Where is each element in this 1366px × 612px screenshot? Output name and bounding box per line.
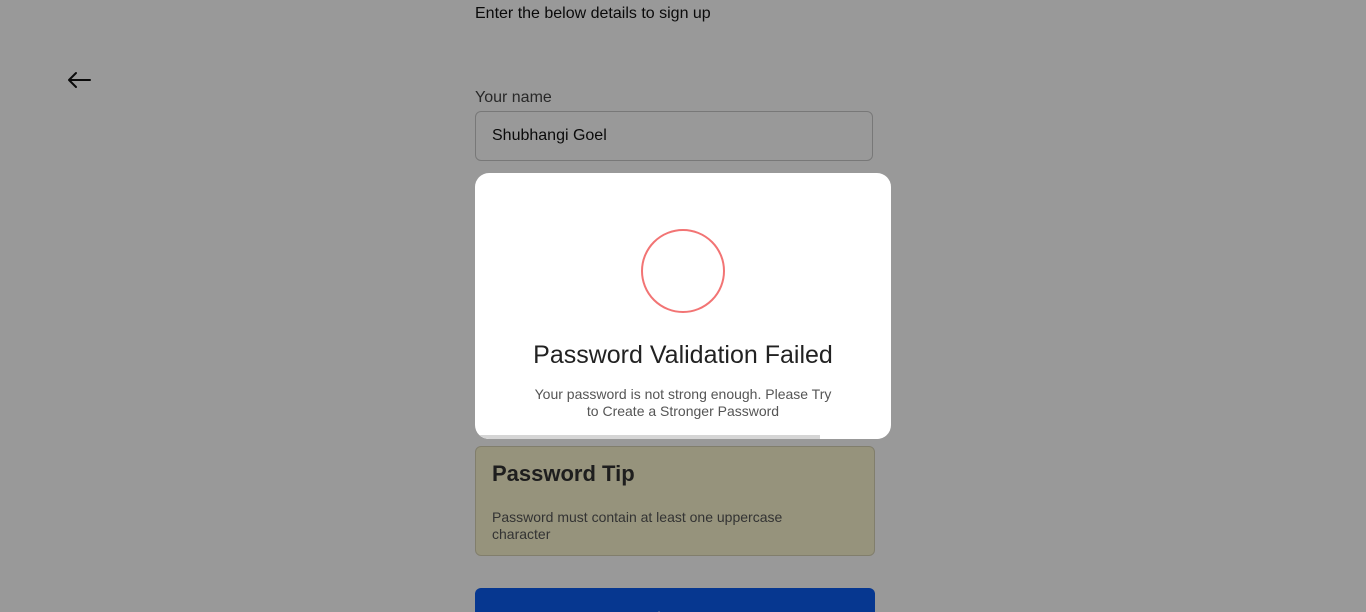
modal-title: Password Validation Failed	[533, 341, 833, 369]
timer-progress-fill	[475, 435, 821, 439]
password-validation-modal: Password Validation Failed Your password…	[475, 173, 891, 439]
error-circle-icon	[641, 229, 725, 313]
modal-message: Your password is not strong enough. Plea…	[534, 386, 832, 419]
timer-progress-bar	[475, 435, 891, 439]
